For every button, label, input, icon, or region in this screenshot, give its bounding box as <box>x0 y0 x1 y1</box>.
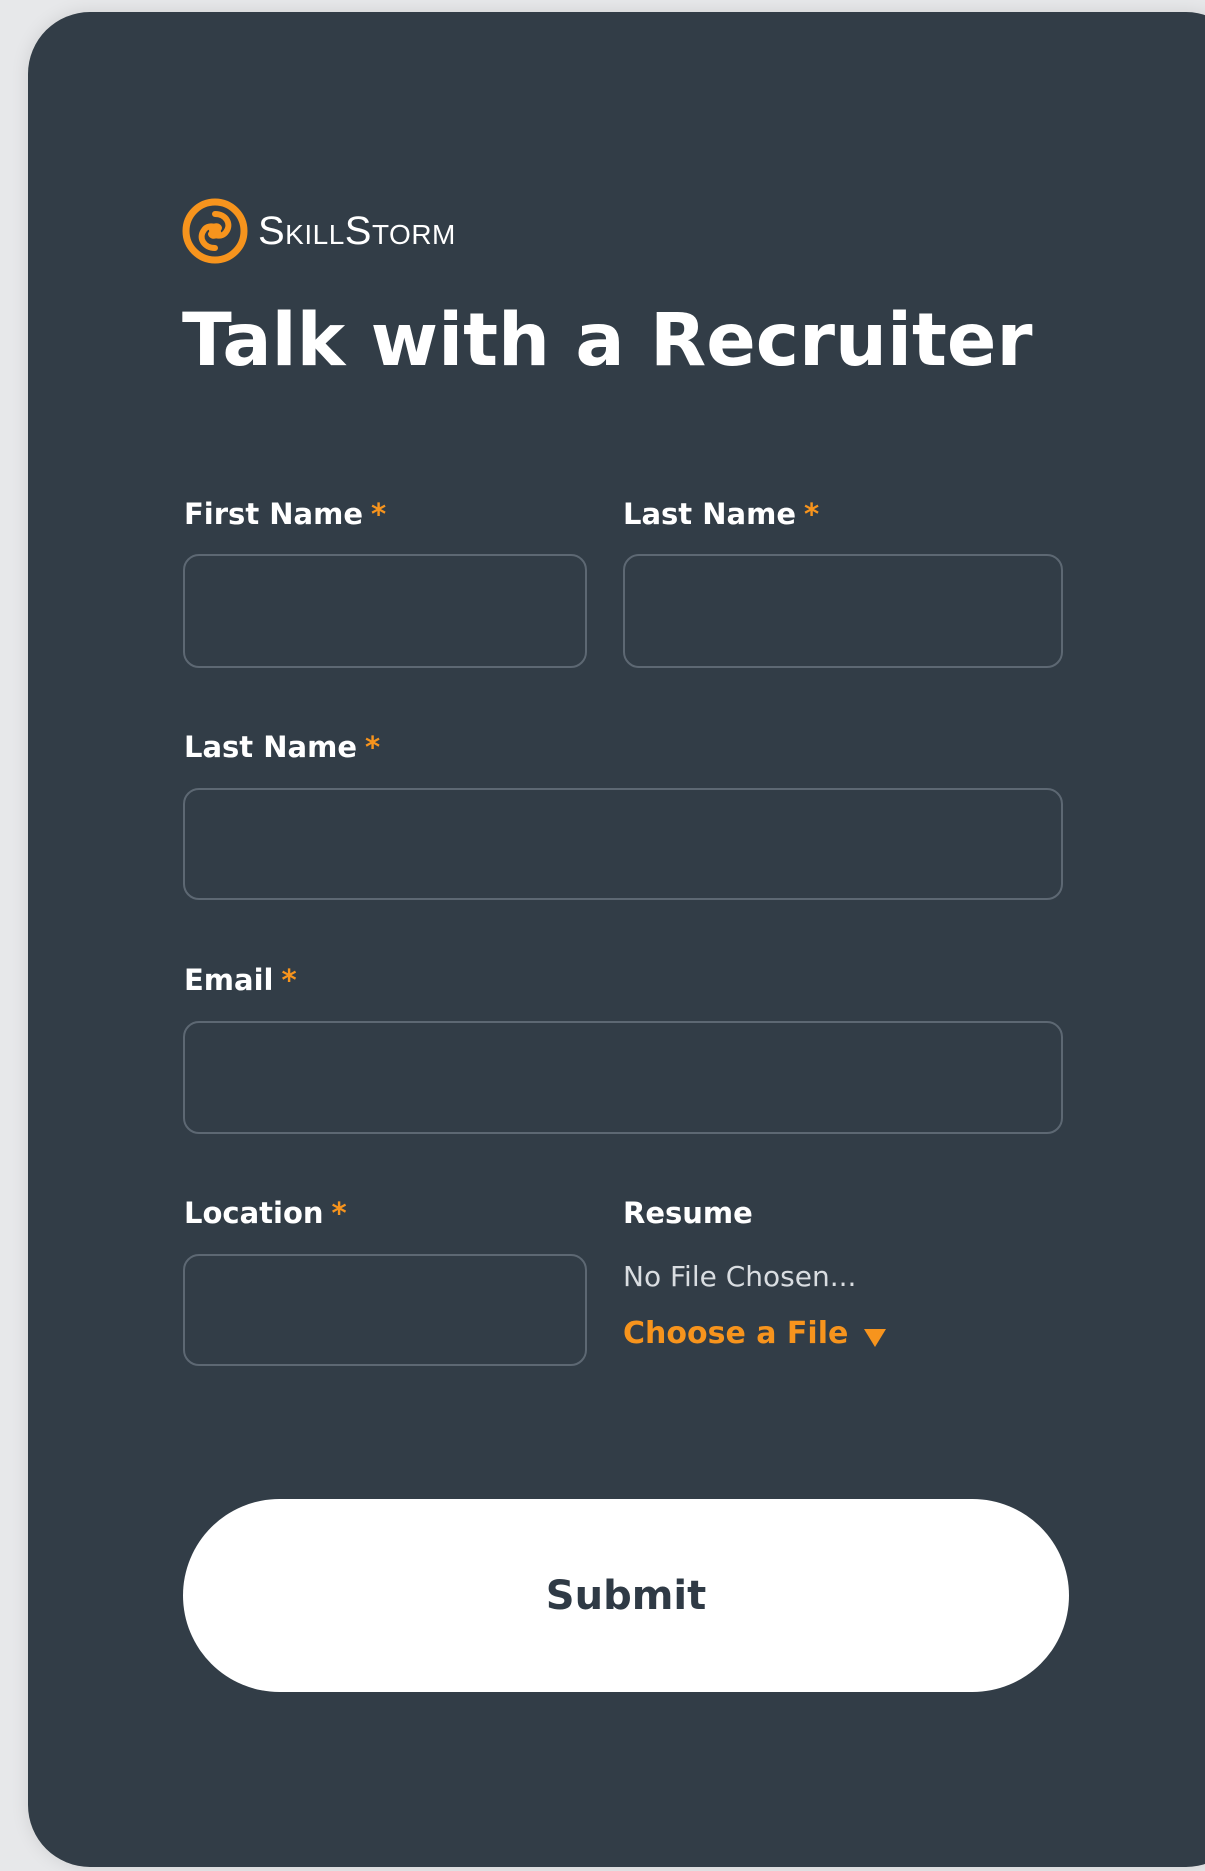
location-label-text: Location <box>184 1196 324 1230</box>
required-marker: * <box>331 1196 347 1230</box>
resume-label-text: Resume <box>623 1196 753 1230</box>
first-name-input[interactable] <box>183 554 587 668</box>
location-input[interactable] <box>183 1254 587 1366</box>
resume-label: Resume <box>623 1199 753 1228</box>
last-name-label-text: Last Name <box>623 497 796 531</box>
required-marker: * <box>804 497 820 531</box>
required-marker: * <box>281 963 297 997</box>
last-name-input[interactable] <box>623 554 1063 668</box>
brand-name: SkillStorm <box>258 209 456 253</box>
email-input[interactable] <box>183 1021 1063 1134</box>
location-label: Location * <box>184 1199 347 1228</box>
required-marker: * <box>371 497 387 531</box>
last-name-full-input[interactable] <box>183 788 1063 900</box>
brand-logo: SkillStorm <box>182 198 456 264</box>
choose-file-button[interactable]: Choose a File <box>623 1316 887 1351</box>
submit-button[interactable]: Submit <box>183 1499 1069 1692</box>
page-title: Talk with a Recruiter <box>182 298 1033 383</box>
email-label: Email * <box>184 966 297 995</box>
last-name-full-label: Last Name * <box>184 733 380 762</box>
choose-file-label: Choose a File <box>623 1316 849 1351</box>
resume-file-status: No File Chosen... <box>623 1260 857 1293</box>
caret-down-icon <box>864 1329 887 1347</box>
first-name-label-text: First Name <box>184 497 363 531</box>
skillstorm-swirl-icon <box>182 198 248 264</box>
email-label-text: Email <box>184 963 274 997</box>
required-marker: * <box>365 730 381 764</box>
last-name-label: Last Name * <box>623 500 819 529</box>
first-name-label: First Name * <box>184 500 386 529</box>
last-name-full-label-text: Last Name <box>184 730 357 764</box>
